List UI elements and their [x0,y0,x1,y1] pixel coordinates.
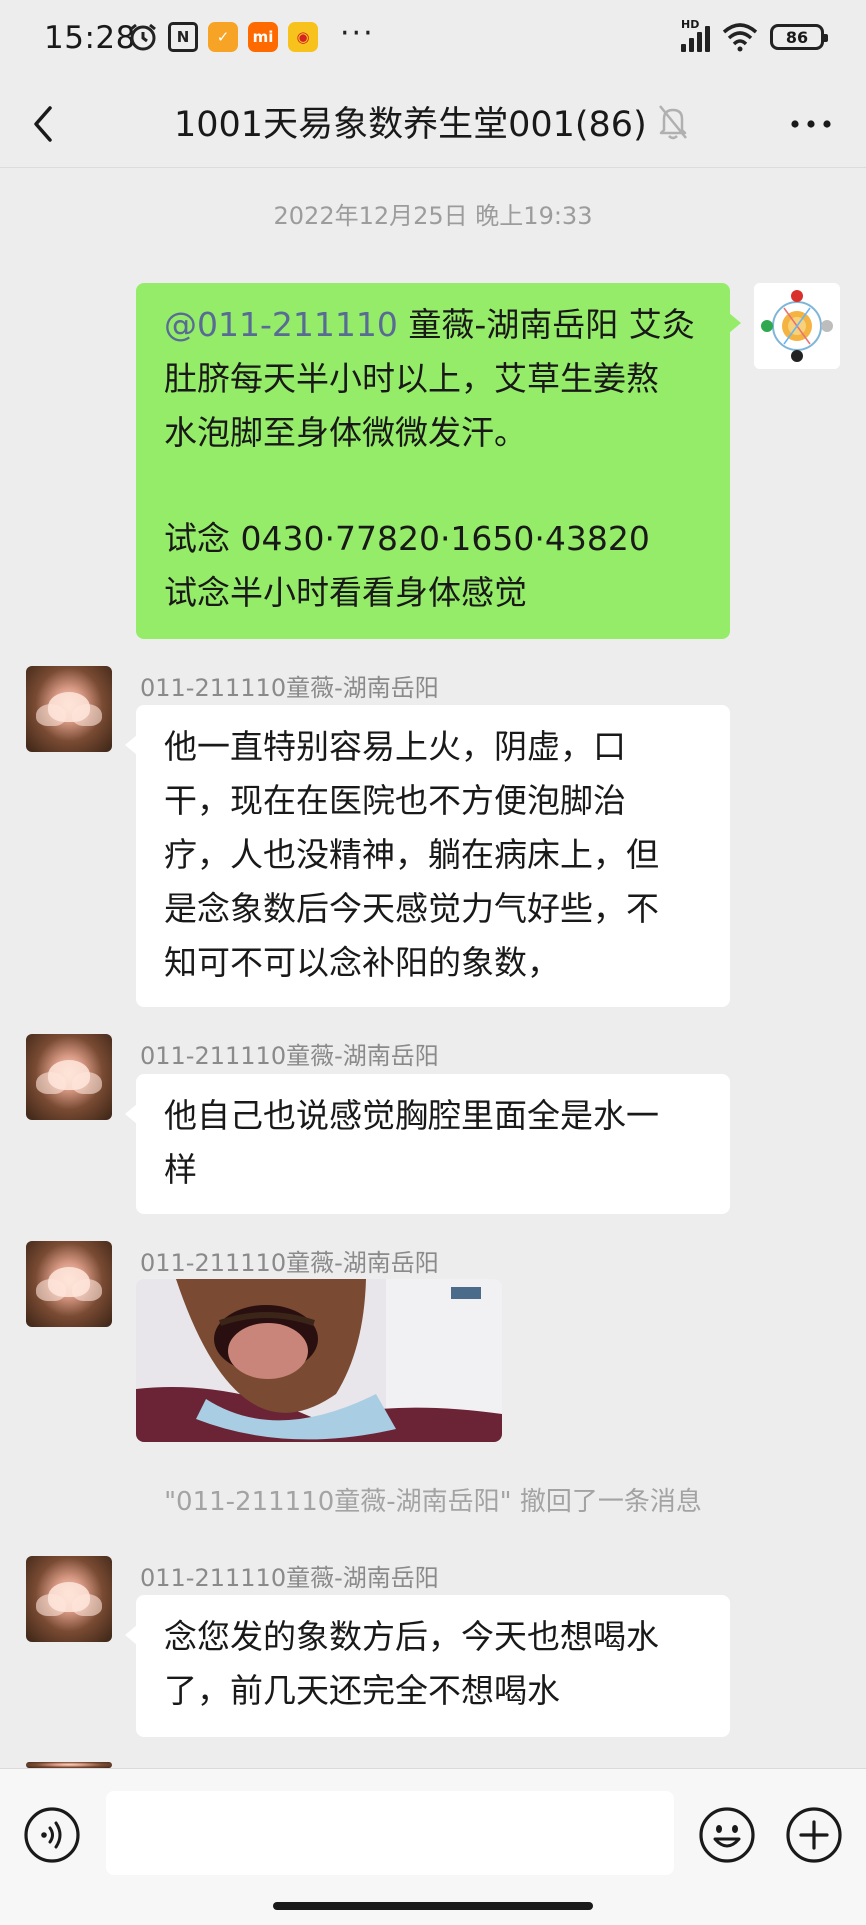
self-message-bubble[interactable]: @011-211110 童薇-湖南岳阳 艾灸 肚脐每天半小时以上，艾草生姜熬 水… [136,283,741,639]
bell-off-icon [659,105,687,140]
chat-header: 1001天易象数养生堂001(86) [0,80,866,168]
sender-name: 011-211110童薇-湖南岳阳 [140,1564,439,1592]
message-line: 肚脐每天半小时以上，艾草生姜熬 [164,359,659,398]
battery-icon: 86 [770,24,828,50]
message-line: 试念 0430·77820·1650·43820 [164,519,650,558]
recall-notice: "011-211110童薇-湖南岳阳" 撤回了一条消息 [164,1487,702,1517]
member-avatar[interactable] [26,1241,112,1327]
chat-timestamp: 2022年12月25日 晚上19:33 [273,202,593,230]
message-bubble[interactable]: 念您发的象数方后，今天也想喝水 了，前几天还完全不想喝水 [125,1595,730,1737]
message-line: 样 [164,1150,197,1189]
message-line: 他一直特别容易上火，阴虚，口 [164,727,626,766]
member-avatar[interactable] [26,1034,112,1120]
alarm-icon [130,23,156,51]
status-time: 15:28 [44,20,136,56]
message-bubble[interactable]: 他一直特别容易上火，阴虚，口 干，现在在医院也不方便泡脚治 疗，人也没精神，躺在… [125,705,730,1007]
self-avatar[interactable] [754,283,840,369]
home-indicator [273,1902,593,1910]
plus-circle-icon[interactable] [784,1805,844,1865]
message-text: 童薇-湖南岳阳 艾灸 [397,305,695,344]
chevron-left-icon[interactable] [24,96,64,152]
message-input[interactable] [106,1791,674,1875]
nfc-icon: N [168,22,198,52]
message-line: @011-211110 童薇-湖南岳阳 艾灸 [164,298,704,352]
mi-icon: mi [248,22,278,52]
more-dots-icon[interactable] [786,106,836,142]
signal-icon: HD [681,18,710,52]
message-line: 疗，人也没精神，躺在病床上，但 [164,835,659,874]
sender-name: 011-211110童薇-湖南岳阳 [140,1042,439,1070]
message-line: 是念象数后今天感觉力气好些，不 [164,889,659,928]
sender-name: 011-211110童薇-湖南岳阳 [140,1249,439,1277]
hd-label: HD [681,18,700,31]
photo-message[interactable] [136,1279,502,1442]
bagua-logo-icon [754,283,840,369]
message-line: 干，现在在医院也不方便泡脚治 [164,781,626,820]
taobao-icon: ✓ [208,22,238,52]
message-line: 他自己也说感觉胸腔里面全是水一 [164,1096,659,1135]
message-line: 念您发的象数方后，今天也想喝水 [164,1617,659,1656]
message-bubble[interactable]: 他自己也说感觉胸腔里面全是水一 样 [125,1074,730,1214]
wifi-icon [722,23,758,52]
status-overflow-dots: ··· [340,16,375,51]
photo-tongue-image [136,1279,502,1442]
mention-link[interactable]: @011-211110 [164,305,398,344]
message-line: 试念半小时看看身体感觉 [164,573,527,612]
status-right-group: HD 86 [681,18,828,52]
message-line: 知可不可以念补阳的象数， [164,943,560,982]
sender-name: 011-211110童薇-湖南岳阳 [140,674,439,702]
message-line: 水泡脚至身体微微发汗。 [164,413,527,452]
message-line: 了，前几天还完全不想喝水 [164,1671,560,1710]
member-avatar[interactable] [26,1556,112,1642]
emoji-icon[interactable] [697,1805,757,1865]
chat-title: 1001天易象数养生堂001(86) [174,105,647,145]
status-bar: 15:28 N ✓ mi ◉ ··· HD 86 [0,0,866,80]
member-avatar[interactable] [26,666,112,752]
voice-icon[interactable] [22,1805,82,1865]
status-app-icons: N ✓ mi ◉ [128,22,318,52]
weibo-icon: ◉ [288,22,318,52]
